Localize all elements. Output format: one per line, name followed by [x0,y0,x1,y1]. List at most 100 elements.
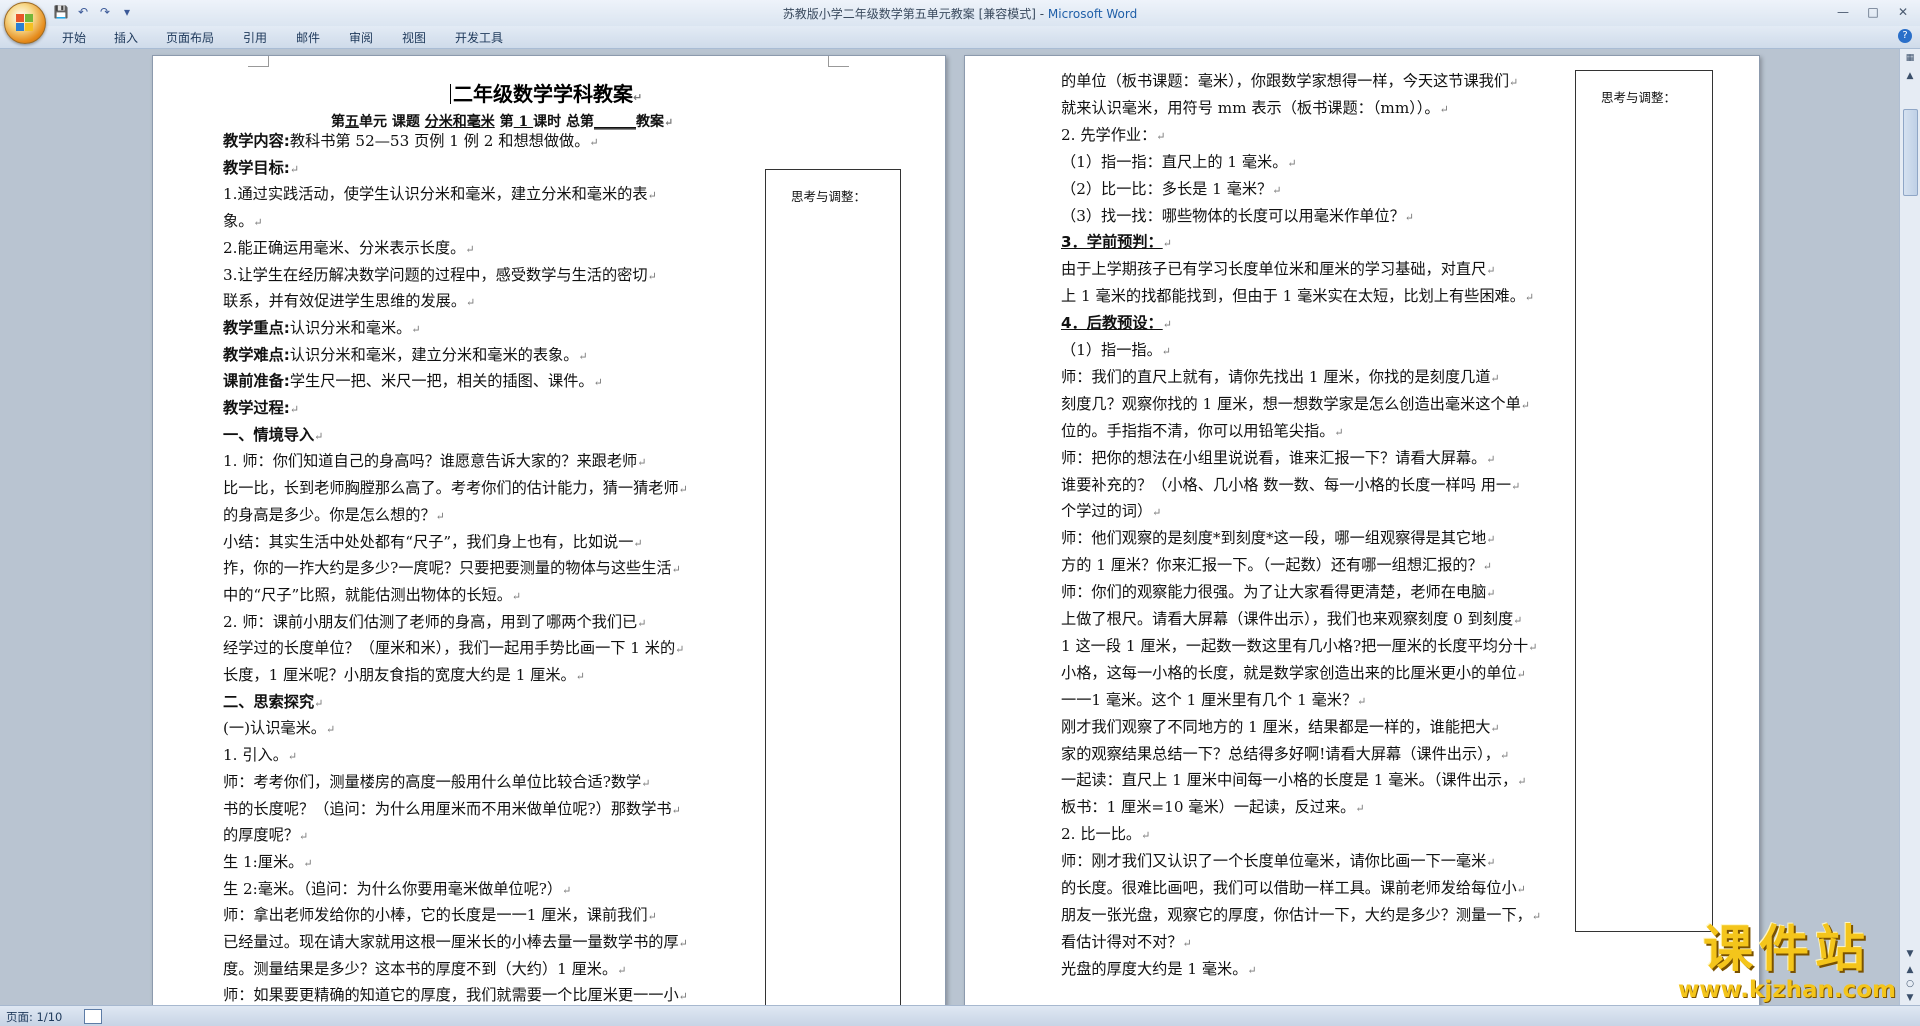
tab-view[interactable]: 视图 [402,29,426,46]
text-cursor [450,84,451,104]
crop-mark [828,56,849,67]
paragraph-line: 的身高是多少。你是怎么想的？↵ [223,505,445,524]
paragraph-text: （2）比一比：多长是 1 毫米？ [1061,179,1273,198]
section-label: 一、情境导入 [223,425,315,444]
proofing-icon[interactable] [84,1009,102,1024]
paragraph-line: 教学内容:教科书第 52—53 页例 1 例 2 和想想做做。↵ [223,132,599,150]
paragraph-text: 1. 引入。 [223,746,288,765]
paragraph-line: 小格，这每一小格的长度，就是数学家创造出来的比厘米更小的单位↵ [1061,663,1526,682]
paragraph-text: 学生尺一把、米尺一把，相关的插图、课件。 [289,372,594,391]
ribbon-tabs: 开始 插入 页面布局 引用 邮件 审阅 视图 开发工具 ? [0,26,1920,49]
close-icon[interactable]: ✕ [1892,3,1914,21]
minimize-icon[interactable]: — [1832,3,1854,21]
paragraph-line: 板书：1 厘米=10 毫米）一起读，反过来。↵ [1061,798,1365,817]
paragraph-line: 家的观察结果总结一下？总结得多好啊!请看大屏幕（课件出示），↵ [1061,744,1510,763]
paragraph-text: （3）找一找：哪些物体的长度可以用毫米作单位？ [1061,206,1405,225]
paragraph-line: 联系，并有效促进学生思维的发展。↵ [223,292,476,311]
paragraph-text: 1. 师：你们知道自己的身高吗？谁愿意告诉大家的？来跟老师 [223,452,638,471]
paragraph-text: 经学过的长度单位？（厘米和米），我们一起用手势比画一下 1 米的 [223,639,676,658]
paragraph-line: 1. 引入。↵ [223,746,298,765]
reflection-box: 思考与调整： [765,169,901,1005]
office-logo-icon [16,14,34,32]
paragraph-text: 刻度几？观察你找的 1 厘米，想一想数学家是怎么创造出毫米这个单 [1061,394,1521,413]
vertical-scrollbar[interactable]: ▦ ▲ ▼ ▲ ○ ▼ [1899,49,1920,1005]
scroll-up-icon[interactable]: ▲ [1903,69,1917,83]
document-workspace: 二年级数学学科教案↵ 第五单元 课题 分米和毫米 第 1 课时 总第______… [0,49,1900,1005]
previous-page-icon[interactable]: ▲ [1903,963,1917,977]
section-label: 教学重点: [223,318,290,337]
document-name: 苏教版小学二年级数学第五单元教案 [兼容模式] - [782,7,1048,21]
paragraph-text: 生 1:厘米。 [223,852,304,871]
paragraph-line: 教学目标:↵ [223,158,300,177]
paragraph-text: 刚才我们观察了不同地方的 1 厘米，结果都是一样的，谁能把大 [1061,717,1491,736]
paragraph-text: 认识分米和毫米，建立分米和毫米的表象。 [289,345,579,364]
browse-object-icon[interactable]: ○ [1903,977,1917,991]
document-page-1[interactable]: 二年级数学学科教案↵ 第五单元 课题 分米和毫米 第 1 课时 总第______… [152,55,946,1005]
section-label: 4．后教预设： [1061,314,1163,333]
paragraph-line: 位的。手指指不清，你可以用铅笔尖指。↵ [1061,421,1344,440]
tab-developer[interactable]: 开发工具 [455,29,503,46]
scrollbar-thumb[interactable] [1903,109,1918,196]
scroll-down-icon[interactable]: ▼ [1903,947,1917,961]
section-label: 教学难点: [223,345,290,364]
paragraph-line: 2. 师：课前小朋友们估测了老师的身高，用到了哪两个我们已↵ [223,612,647,631]
paragraph-line: 2. 先学作业：↵ [1061,125,1166,144]
tab-review[interactable]: 审阅 [349,29,373,46]
paragraph-line: 教学难点:认识分米和毫米，建立分米和毫米的表象。↵ [223,345,588,364]
paragraph-line: 谁要补充的？（小格、几小格 数一数、每一小格的长度一样吗 用一↵ [1061,475,1521,494]
document-title-text: 二年级数学学科教案 [453,82,633,106]
paragraph-text: 一起读：直尺上 1 厘米中间每一小格的长度是 1 毫米。（课件出示， [1061,771,1518,790]
paragraph-text: 师：拿出老师发给你的小棒，它的长度是一一1 厘米，课前我们 [223,906,648,925]
paragraph-text: 师：刚才我们又认识了一个长度单位毫米，请你比画一下一毫米 [1061,852,1487,871]
paragraph-line: 个学过的词）↵ [1061,502,1162,521]
paragraph-line: 3.让学生在经历解决数学问题的过程中，感受数学与生活的密切↵ [223,265,657,284]
section-label: 课前准备: [223,372,290,391]
tab-insert[interactable]: 插入 [114,29,138,46]
tab-references[interactable]: 引用 [243,29,267,46]
paragraph-text: 的身高是多少。你是怎么想的？ [223,505,436,524]
help-icon[interactable]: ? [1898,29,1912,43]
paragraph-line: 的厚度呢？↵ [223,826,309,845]
paragraph-line: 的单位（板书课题：毫米），你跟数学家想得一样，今天这节课我们↵ [1061,72,1519,90]
paragraph-text: 上做了根尺。请看大屏幕（课件出示），我们也来观察刻度 0 到刻度 [1061,610,1514,628]
paragraph-text: 1 这一段 1 厘米，一起数一数这里有几小格?把一厘米的长度平均分十 [1061,636,1529,655]
status-bar: 页面: 1/10 [0,1005,1920,1026]
next-page-icon[interactable]: ▼ [1903,991,1917,1005]
paragraph-line: 刻度几？观察你找的 1 厘米，想一想数学家是怎么创造出毫米这个单↵ [1061,394,1530,413]
paragraph-line: 师：你们的观察能力很强。为了让大家看得更清楚，老师在电脑↵ [1061,583,1496,602]
paragraph-line: 师：如果要更精确的知道它的厚度，我们就需要一个比厘米更一一小↵ [223,986,688,1005]
section-label: 教学过程: [223,399,290,417]
paragraph-line: 的长度。很难比画吧，我们可以借助一样工具。课前老师发给每位小↵ [1061,879,1526,897]
paragraph-text: 中的“尺子”比照，就能估测出物体的长短。 [223,585,512,604]
tab-mailings[interactable]: 邮件 [296,29,320,46]
page-number-status[interactable]: 页面: 1/10 [6,1009,62,1025]
paragraph-text: 的单位（板书课题：毫米），你跟数学家想得一样，今天这节课我们 [1061,72,1510,90]
office-button[interactable] [4,2,46,44]
paragraph-line: 一、情境导入↵ [223,425,324,444]
paragraph-line: 1. 师：你们知道自己的身高吗？谁愿意告诉大家的？来跟老师↵ [223,452,647,471]
paragraph-text: 比一比，长到老师胸膛那么高了。考考你们的估计能力，猜一猜老师 [223,479,679,498]
paragraph-text: 一一1 毫米。这个 1 厘米里有几个 1 毫米？ [1061,690,1358,709]
paragraph-line: （1）指一指：直尺上的 1 毫米。↵ [1061,152,1297,171]
reflection-box: 思考与调整： [1575,70,1713,932]
paragraph-text: (一)认识毫米。 [223,719,326,738]
crop-mark [248,56,269,67]
paragraph-line: 师：把你的想法在小组里说说看，谁来汇报一下？请看大屏幕。↵ [1061,448,1496,467]
document-page-2[interactable]: 思考与调整： 的单位（板书课题：毫米），你跟数学家想得一样，今天这节课我们↵ 就来… [964,55,1760,1005]
paragraph-line: 经学过的长度单位？（厘米和米），我们一起用手势比画一下 1 米的↵ [223,639,685,658]
paragraph-text: 谁要补充的？（小格、几小格 数一数、每一小格的长度一样吗 用一 [1061,475,1512,494]
paragraph-text: 上 1 毫米的找都能找到，但由于 1 毫米实在太短，比划上有些困难。 [1061,287,1525,306]
window-controls: — □ ✕ [1832,3,1914,21]
paragraph-text: 师：我们的直尺上就有，请你先找出 1 厘米，你找的是刻度几道 [1061,367,1491,386]
title-bar: 💾 ↶ ↷ ▾ 苏教版小学二年级数学第五单元教案 [兼容模式] - Micros… [0,0,1920,44]
paragraph-line: 教学重点:认识分米和毫米。↵ [223,318,421,337]
maximize-icon[interactable]: □ [1862,3,1884,21]
tab-page-layout[interactable]: 页面布局 [166,29,214,46]
paragraph-line: (一)认识毫米。↵ [223,719,336,738]
paragraph-text: 看估计得对不对？ [1061,932,1183,951]
paragraph-text: 长度，1 厘米呢？小朋友食指的宽度大约是 1 厘米。 [223,666,576,684]
paragraph-text: 小格，这每一小格的长度，就是数学家创造出来的比厘米更小的单位 [1061,663,1517,682]
paragraph-text: 板书：1 厘米=10 毫米）一起读，反过来。 [1061,798,1356,817]
ruler-toggle-icon[interactable]: ▦ [1903,51,1917,65]
tab-home[interactable]: 开始 [62,29,86,46]
